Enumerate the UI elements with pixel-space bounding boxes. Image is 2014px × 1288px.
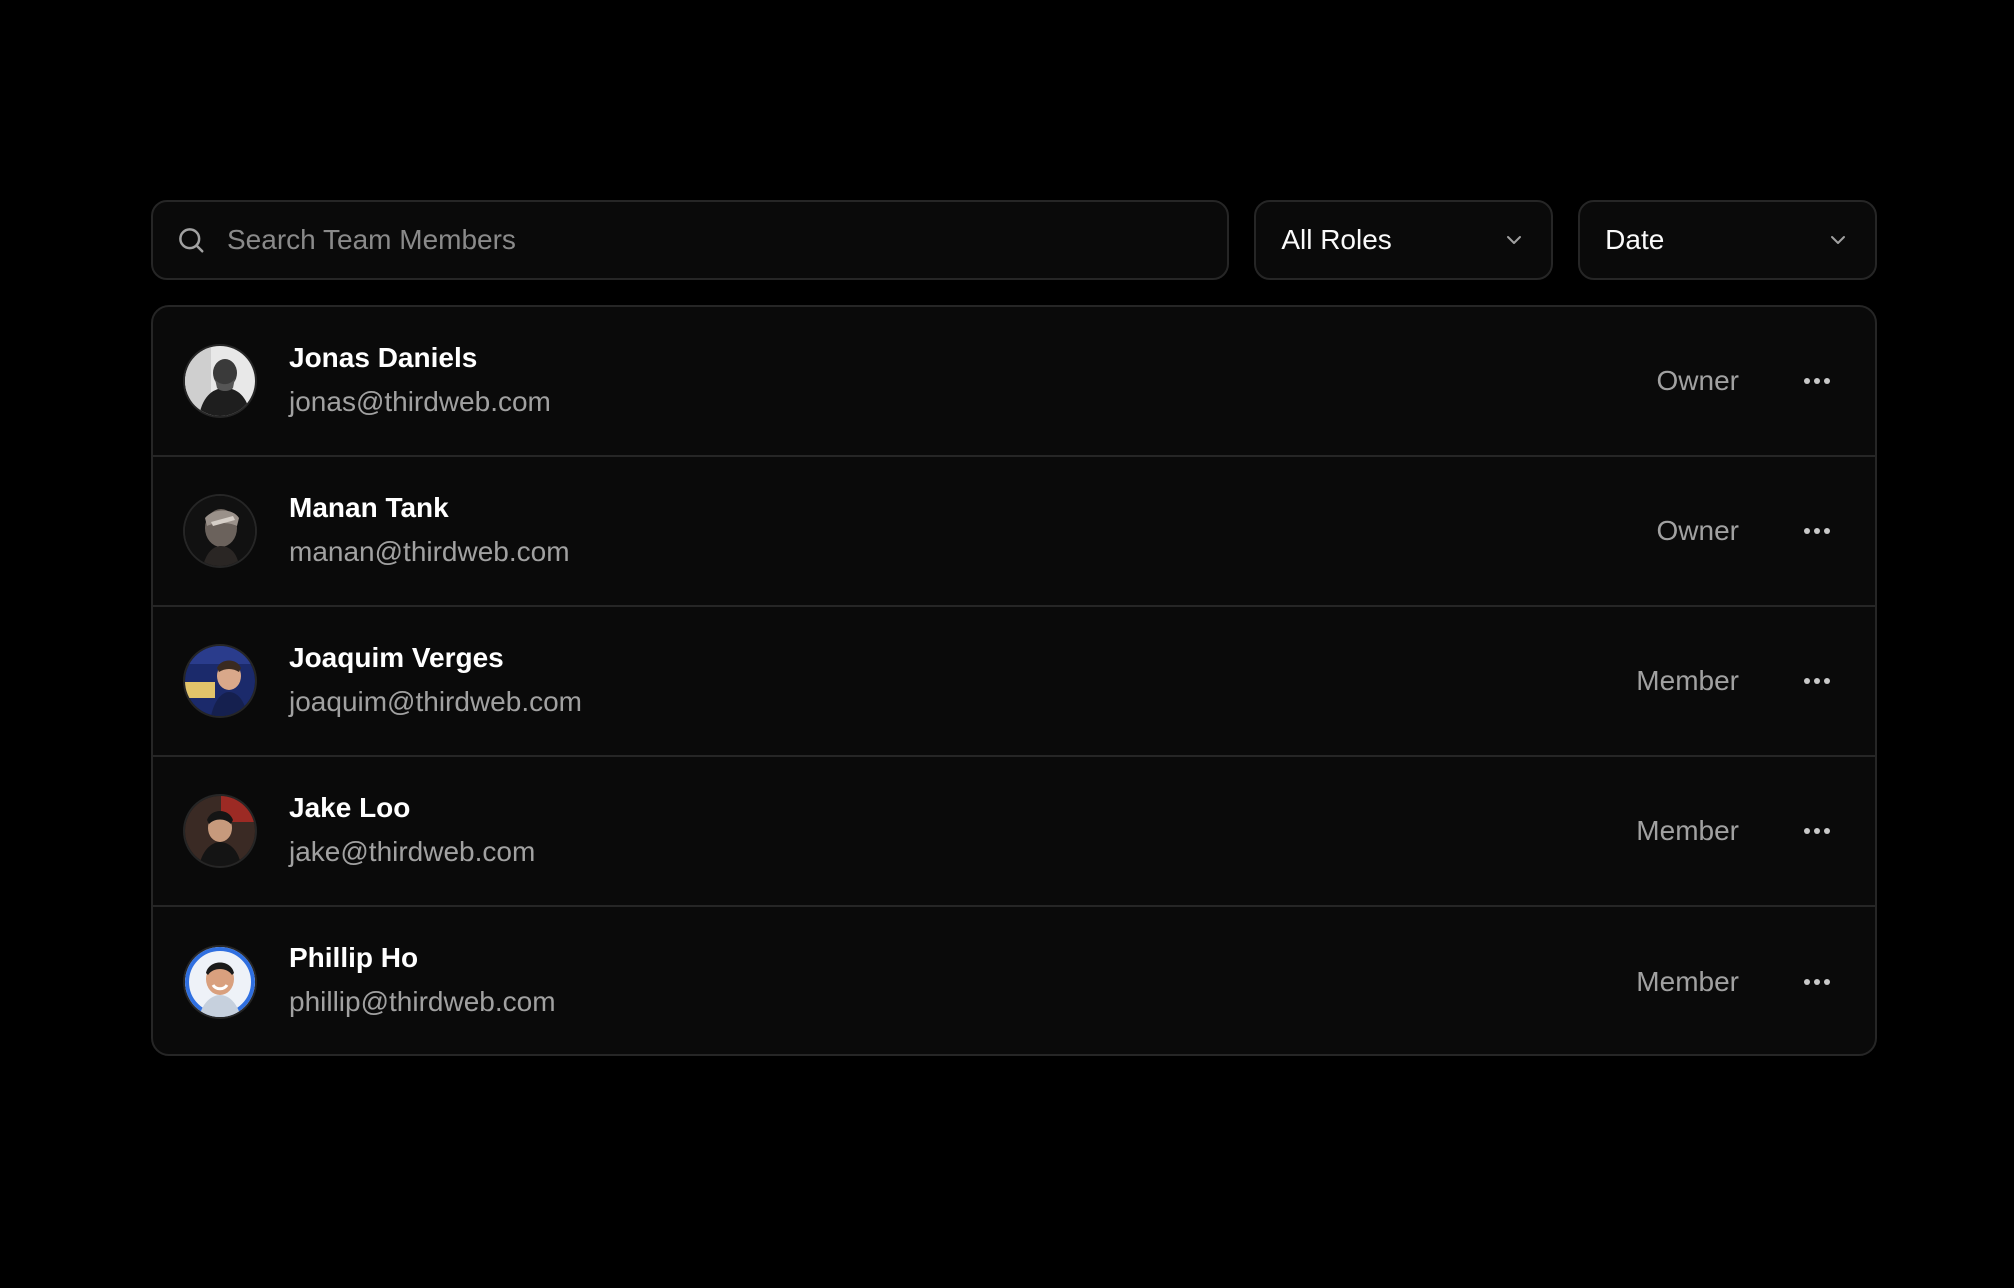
- avatar: [185, 796, 255, 866]
- member-name: Joaquim Verges: [289, 642, 504, 673]
- member-info: Phillip Ho phillip@thirdweb.com: [289, 941, 556, 1019]
- member-name: Phillip Ho: [289, 942, 419, 973]
- member-row: Joaquim Verges joaquim@thirdweb.com Memb…: [153, 607, 1875, 757]
- search-input[interactable]: [227, 202, 1228, 278]
- member-info: Manan Tank manan@thirdweb.com: [289, 491, 570, 569]
- more-horizontal-icon[interactable]: [1797, 811, 1837, 851]
- member-info: Jonas Daniels jonas@thirdweb.com: [289, 341, 551, 419]
- more-horizontal-icon[interactable]: [1797, 962, 1837, 1002]
- member-email: joaquim@thirdweb.com: [289, 686, 582, 717]
- member-email: manan@thirdweb.com: [289, 536, 570, 567]
- member-row: Phillip Ho phillip@thirdweb.com Member: [153, 907, 1875, 1054]
- member-email: jonas@thirdweb.com: [289, 386, 551, 417]
- member-info: Jake Loo jake@thirdweb.com: [289, 791, 535, 869]
- search-icon: [175, 224, 207, 256]
- team-members-list: Jonas Daniels jonas@thirdweb.com Owner M…: [151, 305, 1877, 1056]
- avatar: [185, 947, 255, 1017]
- member-row: Jake Loo jake@thirdweb.com Member: [153, 757, 1875, 907]
- sort-select[interactable]: Date: [1578, 200, 1877, 280]
- member-role: Member: [1636, 966, 1739, 997]
- role-filter-select[interactable]: All Roles: [1254, 200, 1554, 280]
- toolbar: All Roles Date: [151, 200, 1877, 280]
- more-horizontal-icon[interactable]: [1797, 361, 1837, 401]
- member-role: Owner: [1656, 515, 1739, 546]
- chevron-down-icon: [1825, 227, 1851, 253]
- member-name: Manan Tank: [289, 492, 449, 523]
- member-name: Jonas Daniels: [289, 342, 478, 373]
- sort-value: Date: [1605, 224, 1665, 255]
- avatar: [185, 496, 255, 566]
- member-email: phillip@thirdweb.com: [289, 986, 556, 1017]
- member-row: Manan Tank manan@thirdweb.com Owner: [153, 457, 1875, 607]
- member-role: Member: [1636, 665, 1739, 696]
- role-filter-value: All Roles: [1281, 224, 1392, 255]
- avatar: [185, 346, 255, 416]
- member-name: Jake Loo: [289, 792, 411, 823]
- more-horizontal-icon[interactable]: [1797, 511, 1837, 551]
- member-role: Owner: [1656, 365, 1739, 396]
- avatar: [185, 646, 255, 716]
- member-role: Member: [1636, 815, 1739, 846]
- member-row: Jonas Daniels jonas@thirdweb.com Owner: [153, 307, 1875, 457]
- chevron-down-icon: [1501, 227, 1527, 253]
- member-email: jake@thirdweb.com: [289, 836, 536, 867]
- member-info: Joaquim Verges joaquim@thirdweb.com: [289, 641, 582, 719]
- more-horizontal-icon[interactable]: [1797, 661, 1837, 701]
- search-box[interactable]: [151, 200, 1230, 280]
